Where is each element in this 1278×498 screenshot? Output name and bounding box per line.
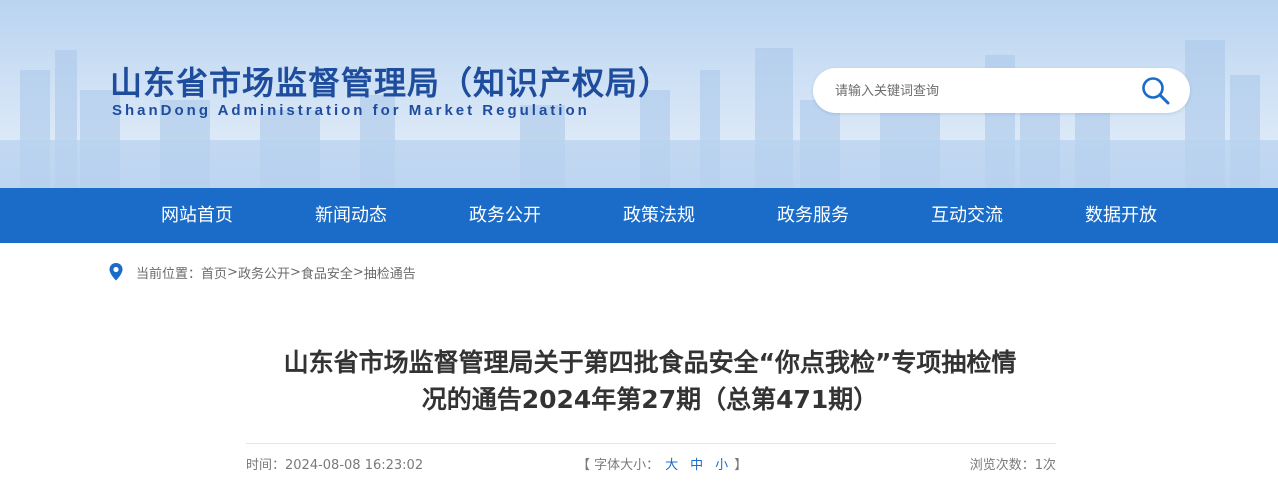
search-icon <box>1142 77 1170 105</box>
search-button[interactable] <box>1138 73 1174 109</box>
view-count: 浏览次数：1次 <box>970 454 1056 473</box>
publish-time: 时间：2024-08-08 16:23:02 <box>246 454 423 473</box>
view-count-value: 1次 <box>1034 458 1056 473</box>
font-size-medium-button[interactable]: 中 <box>690 458 703 473</box>
nav-item-policies[interactable]: 政策法规 <box>612 188 706 243</box>
site-title[interactable]: 山东省市场监督管理局（知识产权局） <box>110 58 671 104</box>
breadcrumb-separator: > <box>227 264 238 280</box>
font-size-label: 【 字体大小： <box>577 458 660 473</box>
nav-item-services[interactable]: 政务服务 <box>766 188 860 243</box>
nav-item-news[interactable]: 新闻动态 <box>304 188 398 243</box>
main-nav: 网站首页 新闻动态 政务公开 政策法规 政务服务 互动交流 数据开放 <box>0 188 1278 243</box>
breadcrumb-prefix: 当前位置： <box>136 266 202 282</box>
breadcrumb: 当前位置： 首页 > 政务公开 > 食品安全 > 抽检通告 <box>108 262 416 282</box>
location-pin-icon <box>109 263 123 281</box>
breadcrumb-inspection-notice[interactable]: 抽检通告 <box>364 263 416 282</box>
article-title-line1: 山东省市场监督管理局关于第四批食品安全“你点我检”专项抽检情 <box>283 348 1017 377</box>
header-banner: 山东省市场监督管理局（知识产权局） ShanDong Administratio… <box>0 0 1278 188</box>
nav-item-government-affairs[interactable]: 政务公开 <box>458 188 552 243</box>
nav-item-home[interactable]: 网站首页 <box>150 188 244 243</box>
breadcrumb-food-safety[interactable]: 食品安全 <box>301 263 353 282</box>
publish-time-label: 时间： <box>246 458 286 473</box>
font-size-control: 【 字体大小： 大中小】 <box>577 454 747 473</box>
search-box <box>813 68 1190 113</box>
breadcrumb-separator: > <box>289 264 301 280</box>
breadcrumb-government-affairs[interactable]: 政务公开 <box>238 263 290 282</box>
nav-item-interaction[interactable]: 互动交流 <box>920 188 1014 243</box>
font-size-close-bracket: 】 <box>734 458 748 473</box>
article-title-line2: 况的通告2024年第27期（总第471期） <box>421 385 879 414</box>
article-title: 山东省市场监督管理局关于第四批食品安全“你点我检”专项抽检情 况的通告2024年… <box>240 344 1060 418</box>
view-count-label: 浏览次数： <box>969 458 1035 473</box>
site-subtitle: ShanDong Administration for Market Regul… <box>112 102 590 119</box>
font-size-large-button[interactable]: 大 <box>665 458 678 473</box>
article-meta: 时间：2024-08-08 16:23:02 【 字体大小： 大中小】 浏览次数：… <box>246 454 1056 473</box>
publish-time-value: 2024-08-08 16:23:02 <box>285 458 424 473</box>
search-input[interactable] <box>835 79 1125 103</box>
font-size-small-button[interactable]: 小 <box>715 458 728 473</box>
breadcrumb-separator: > <box>352 264 364 280</box>
nav-item-open-data[interactable]: 数据开放 <box>1074 188 1168 243</box>
breadcrumb-home[interactable]: 首页 <box>201 263 227 282</box>
title-divider <box>246 443 1056 444</box>
